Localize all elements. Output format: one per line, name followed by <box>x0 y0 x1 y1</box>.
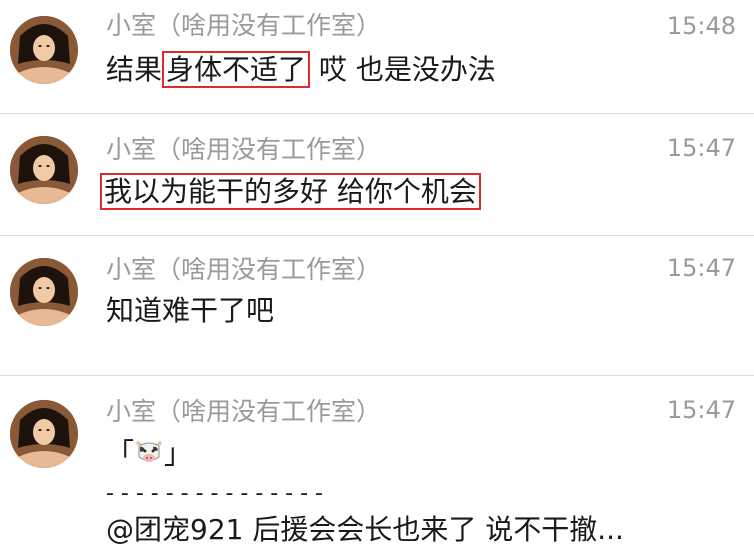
message-text-line: 「 」 <box>106 434 192 474</box>
avatar[interactable] <box>10 136 78 204</box>
sender-name: 小室（啥用没有工作室） <box>106 11 382 40</box>
message-item[interactable]: 小室（啥用没有工作室） 15:47 我以为能干的多好 给你个机会 <box>0 114 754 234</box>
avatar[interactable] <box>10 258 78 326</box>
message-time: 15:47 <box>666 254 736 282</box>
message-text-line: @团宠921 后援会会长也来了 说不干撤... <box>106 513 624 546</box>
message-item[interactable]: 小室（啥用没有工作室） 15:47 「 」 - - - - - - - - - … <box>0 376 754 555</box>
message-time: 15:47 <box>666 134 736 162</box>
avatar-image <box>10 258 78 326</box>
avatar[interactable] <box>10 400 78 468</box>
sender-name: 小室（啥用没有工作室） <box>106 135 382 164</box>
sender-name: 小室（啥用没有工作室） <box>106 255 382 284</box>
highlighted-text: 身体不适了 <box>162 51 311 88</box>
avatar-image <box>10 400 78 468</box>
message-text-line: - - - - - - - - - - - - - - - <box>106 481 323 506</box>
avatar[interactable] <box>10 16 78 84</box>
message-text: 我以为能干的多好 给你个机会 <box>100 172 481 212</box>
avatar-image <box>10 16 78 84</box>
sender-name: 小室（啥用没有工作室） <box>106 397 382 426</box>
message-text: 结果 身体不适了 哎 也是没办法 <box>106 50 496 90</box>
avatar-image <box>10 136 78 204</box>
message-text-part: 结果 <box>106 53 163 86</box>
cow-icon <box>136 441 162 462</box>
message-item[interactable]: 小室（啥用没有工作室） 15:48 结果 身体不适了 哎 也是没办法 <box>0 0 754 112</box>
bracket-open: 「 <box>106 437 135 470</box>
bracket-close: 」 <box>164 437 193 470</box>
message-item[interactable]: 小室（啥用没有工作室） 15:47 知道难干了吧 <box>0 236 754 374</box>
message-time: 15:48 <box>666 12 736 40</box>
message-time: 15:47 <box>666 396 736 424</box>
highlighted-text: 我以为能干的多好 给你个机会 <box>100 173 481 210</box>
message-text-part: 哎 也是没办法 <box>310 53 496 86</box>
message-text: 知道难干了吧 <box>106 294 275 327</box>
